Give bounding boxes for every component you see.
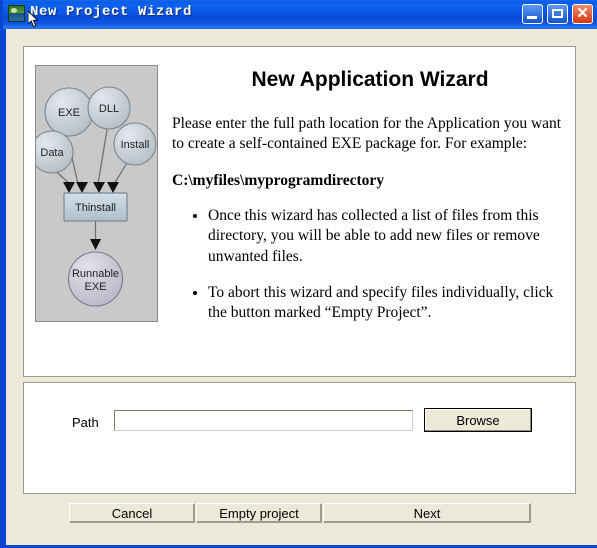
- app-landscape-icon: [8, 5, 25, 22]
- path-panel: Path Browse: [23, 382, 576, 494]
- svg-text:DLL: DLL: [99, 103, 119, 115]
- svg-text:Runnable: Runnable: [72, 268, 119, 280]
- svg-text:EXE: EXE: [84, 281, 106, 293]
- browse-button[interactable]: Browse: [424, 408, 532, 432]
- svg-text:Install: Install: [121, 139, 150, 151]
- wizard-text-column: New Application Wizard Please enter the …: [172, 57, 568, 339]
- title-bar[interactable]: New Project Wizard: [3, 0, 597, 29]
- instructions-list: Once this wizard has collected a list of…: [172, 206, 568, 323]
- example-path-text: C:\myfiles\myprogramdirectory: [172, 172, 385, 190]
- path-input[interactable]: [114, 410, 413, 431]
- page-title: New Application Wizard: [251, 68, 489, 91]
- minimize-button[interactable]: [522, 4, 543, 24]
- path-label: Path: [72, 415, 99, 430]
- client-area: EXE DLL Data Install Thinstall Runnable …: [6, 29, 597, 545]
- close-button[interactable]: [572, 2, 593, 25]
- intro-paragraph: Please enter the full path location for …: [172, 115, 562, 153]
- window-title: New Project Wizard: [30, 4, 193, 20]
- maximize-button[interactable]: [547, 4, 568, 24]
- content-panel: EXE DLL Data Install Thinstall Runnable …: [23, 46, 576, 377]
- empty-project-button[interactable]: Empty project: [196, 503, 322, 523]
- svg-text:Thinstall: Thinstall: [75, 202, 116, 214]
- list-item: Once this wizard has collected a list of…: [208, 206, 568, 266]
- application-window: New Project Wizard × EXE DLL Data Instal…: [0, 0, 597, 548]
- list-item: To abort this wizard and specify files i…: [208, 283, 568, 323]
- cancel-button[interactable]: Cancel: [69, 503, 195, 523]
- next-button[interactable]: Next: [323, 503, 531, 523]
- svg-text:EXE: EXE: [58, 107, 80, 119]
- thinstall-flow-diagram: EXE DLL Data Install Thinstall Runnable …: [35, 65, 158, 322]
- svg-text:Data: Data: [40, 147, 64, 159]
